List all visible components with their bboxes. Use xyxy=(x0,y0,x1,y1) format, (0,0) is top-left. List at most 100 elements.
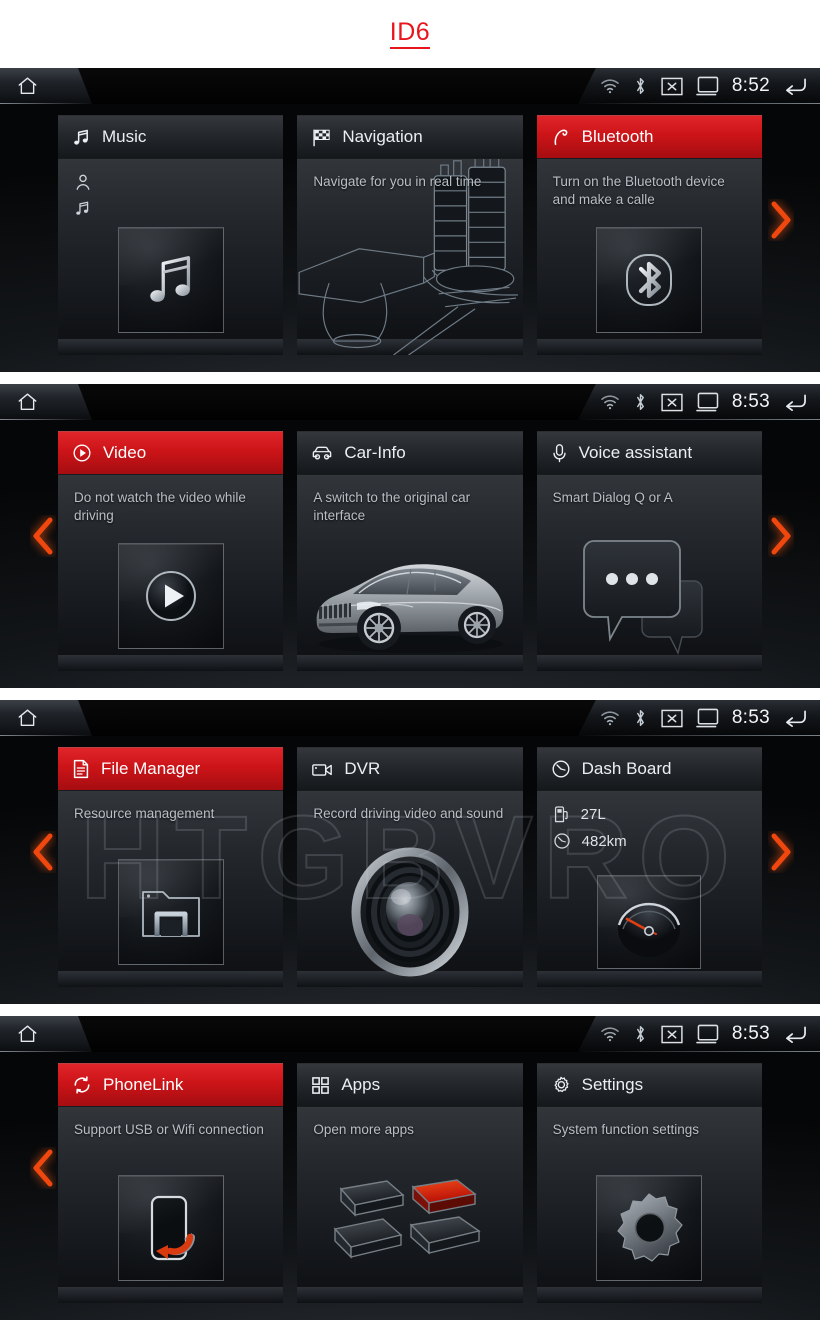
screen-off-icon[interactable] xyxy=(661,393,683,412)
card-header[interactable]: Bluetooth xyxy=(536,115,762,158)
status-icons: 8:53 xyxy=(577,384,820,420)
card-body[interactable]: Record driving video and sound xyxy=(297,790,523,987)
wifi-icon[interactable] xyxy=(600,78,620,94)
prev-page-arrow[interactable] xyxy=(22,824,64,880)
card-settings[interactable]: Settings System function settings xyxy=(536,1063,762,1303)
card-body[interactable]: Support USB or Wifi connection xyxy=(58,1106,284,1303)
document-icon xyxy=(73,759,89,779)
metric-fuel: 27L xyxy=(553,805,746,823)
card-body[interactable]: Smart Dialog Q or A xyxy=(536,474,762,671)
bluetooth-icon[interactable] xyxy=(633,76,648,96)
sync-arrows-icon xyxy=(74,1076,90,1094)
next-page-arrow[interactable] xyxy=(760,508,802,564)
status-icons: 8:53 xyxy=(577,1016,820,1052)
home-icon xyxy=(18,77,37,95)
card-navigation[interactable]: Navigation Navigate for you in real time xyxy=(297,115,523,355)
back-arrow-icon[interactable] xyxy=(783,708,808,729)
card-video[interactable]: Video Do not watch the video while drivi… xyxy=(58,431,284,671)
card-file-manager[interactable]: File Manager Resource management xyxy=(58,747,284,987)
next-page-arrow[interactable] xyxy=(760,192,802,248)
wifi-icon[interactable] xyxy=(600,1026,620,1042)
home-button[interactable] xyxy=(0,384,92,420)
bluetooth-icon[interactable] xyxy=(633,708,648,728)
card-subtitle: Navigate for you in real time xyxy=(313,174,482,189)
prev-page-arrow[interactable] xyxy=(22,1140,64,1196)
bluetooth-icon[interactable] xyxy=(633,1024,648,1044)
screen-off-icon[interactable] xyxy=(661,709,683,728)
home-button[interactable] xyxy=(0,700,92,736)
file-manager-artwork xyxy=(58,843,283,981)
card-title: Video xyxy=(103,443,147,462)
card-header[interactable]: PhoneLink xyxy=(58,1063,284,1106)
card-apps[interactable]: Apps Open more apps xyxy=(297,1063,523,1303)
card-dvr[interactable]: DVR Record driving video and sound xyxy=(297,747,523,987)
card-body[interactable]: Navigate for you in real time xyxy=(297,158,523,355)
home-button[interactable] xyxy=(0,1016,92,1052)
gear-icon xyxy=(554,1076,569,1093)
display-icon[interactable] xyxy=(696,1024,719,1044)
back-arrow-icon[interactable] xyxy=(783,392,808,413)
card-title: Settings xyxy=(581,1075,644,1094)
card-header[interactable]: File Manager xyxy=(58,747,284,790)
next-page-arrow[interactable] xyxy=(760,824,802,880)
card-body[interactable]: 27L 482km xyxy=(536,790,762,987)
card-subtitle: A switch to the original car interface xyxy=(313,490,471,523)
card-phonelink[interactable]: PhoneLink Support USB or Wifi connection xyxy=(58,1063,284,1303)
card-header[interactable]: Music xyxy=(58,115,284,158)
card-body[interactable]: System function settings xyxy=(536,1106,762,1303)
card-body[interactable]: Open more apps xyxy=(297,1106,523,1303)
card-title: Navigation xyxy=(342,127,423,146)
clock: 8:52 xyxy=(731,75,770,96)
phone-sync-tile xyxy=(117,1175,224,1281)
card-header[interactable]: Dash Board xyxy=(536,747,762,790)
gauge-icon xyxy=(552,760,570,778)
speech-bubbles-illustration xyxy=(537,527,762,665)
dashboard-artwork xyxy=(537,863,762,981)
card-title: DVR xyxy=(344,759,381,778)
card-header[interactable]: DVR xyxy=(297,747,523,790)
page-header: ID6 xyxy=(0,0,820,68)
video-artwork xyxy=(58,527,283,665)
card-subtitle: Smart Dialog Q or A xyxy=(552,490,673,505)
card-body[interactable] xyxy=(58,158,284,355)
card-row-2: Video Do not watch the video while drivi… xyxy=(0,420,820,688)
display-icon[interactable] xyxy=(696,76,719,96)
card-body[interactable]: Turn on the Bluetooth device and make a … xyxy=(536,158,762,355)
card-bluetooth[interactable]: Bluetooth Turn on the Bluetooth device a… xyxy=(536,115,762,355)
card-subtitle: Turn on the Bluetooth device and make a … xyxy=(552,174,725,207)
card-header[interactable]: Video xyxy=(58,431,284,474)
card-music[interactable]: Music xyxy=(58,115,284,355)
card-header[interactable]: Settings xyxy=(536,1063,762,1106)
settings-artwork xyxy=(537,1159,762,1297)
card-header[interactable]: Navigation xyxy=(297,115,523,158)
screen-panel-4: 8:53 PhoneLink Support USB or Wifi conne… xyxy=(0,1016,820,1320)
screen-off-icon[interactable] xyxy=(661,1025,683,1044)
display-icon[interactable] xyxy=(696,708,719,728)
play-tile xyxy=(117,543,224,649)
wifi-icon[interactable] xyxy=(600,710,620,726)
back-arrow-icon[interactable] xyxy=(783,76,808,97)
display-icon[interactable] xyxy=(696,392,719,412)
screen-off-icon[interactable] xyxy=(661,77,683,96)
card-header[interactable]: Car-Info xyxy=(297,431,523,474)
back-arrow-icon[interactable] xyxy=(783,1024,808,1045)
wifi-icon[interactable] xyxy=(600,394,620,410)
music-note-tile xyxy=(117,227,224,333)
gauge-icon xyxy=(554,833,570,849)
gear-tile xyxy=(596,1175,703,1281)
camera-lens-illustration xyxy=(297,843,522,981)
card-header[interactable]: Apps xyxy=(297,1063,523,1106)
person-icon xyxy=(76,174,90,190)
card-body[interactable]: Resource management xyxy=(58,790,284,987)
prev-page-arrow[interactable] xyxy=(22,508,64,564)
home-button[interactable] xyxy=(0,68,92,104)
card-body[interactable]: Do not watch the video while driving xyxy=(58,474,284,671)
phonelink-artwork xyxy=(58,1159,283,1297)
card-dash-board[interactable]: Dash Board 27L 482km xyxy=(536,747,762,987)
card-header[interactable]: Voice assistant xyxy=(536,431,762,474)
status-bar: 8:53 xyxy=(0,700,820,736)
card-voice-assistant[interactable]: Voice assistant Smart Dialog Q or A xyxy=(536,431,762,671)
bluetooth-icon[interactable] xyxy=(633,392,648,412)
card-car-info[interactable]: Car-Info A switch to the original car in… xyxy=(297,431,523,671)
card-body[interactable]: A switch to the original car interface xyxy=(297,474,523,671)
